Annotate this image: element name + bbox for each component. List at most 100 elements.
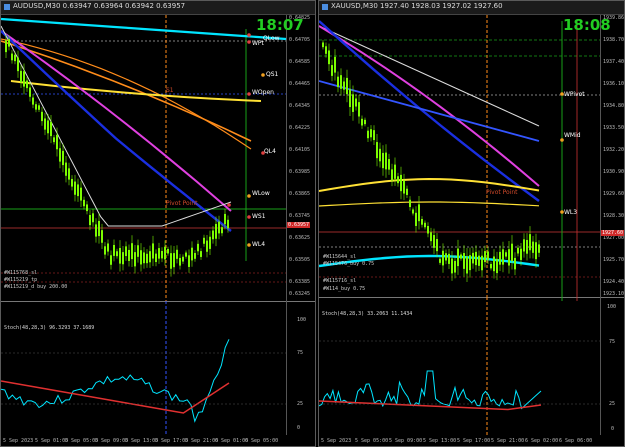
time-tick: 6 Sep 06:00 xyxy=(559,438,593,444)
candle-body xyxy=(86,204,88,212)
candle-body xyxy=(167,248,169,254)
level-marker xyxy=(247,215,251,219)
candle-body xyxy=(394,164,396,179)
candle-body xyxy=(83,199,85,207)
candle-body xyxy=(505,252,507,257)
stochastic-signal-line xyxy=(1,380,230,414)
candle-body xyxy=(349,89,351,108)
candle-body xyxy=(511,243,513,261)
time-tick: 5 Sep 05:00 xyxy=(65,438,99,444)
candle-body xyxy=(472,252,474,264)
candle-body xyxy=(406,188,408,195)
price-tick: 0.63865 xyxy=(289,191,311,197)
candle-body xyxy=(436,239,438,252)
level-wmid: WMid xyxy=(564,132,581,139)
pane-divider xyxy=(1,301,315,302)
candle-body xyxy=(194,253,196,259)
candle-body xyxy=(364,119,366,125)
candle-body xyxy=(53,137,55,143)
candle-body xyxy=(5,40,7,53)
time-tick: 6 Sep 01:00 xyxy=(215,438,249,444)
time-tick: 5 Sep 2023 xyxy=(321,438,352,444)
price-tick: 0.63625 xyxy=(289,235,311,241)
candle-body xyxy=(508,249,510,266)
candle-body xyxy=(116,251,118,257)
level-ql4: QL4 xyxy=(264,148,276,155)
candle-body xyxy=(131,243,133,260)
candle-body xyxy=(532,241,534,253)
candle-body xyxy=(340,75,342,89)
stoch-tick: 25 xyxy=(609,401,616,407)
candle-body xyxy=(101,230,103,243)
candle-body xyxy=(110,255,112,265)
level-wpivot: WPivot xyxy=(564,91,585,98)
stochastic-title: Stoch(48,28,3) 33.2063 11.1434 xyxy=(322,311,413,317)
candle-body xyxy=(65,162,67,176)
candle-body xyxy=(104,246,106,255)
candle-body xyxy=(209,236,211,249)
level-marker xyxy=(247,243,251,247)
candle-body xyxy=(496,258,498,274)
price-tick: 0.64585 xyxy=(289,59,311,65)
audusd-chart-window[interactable]: AUDUSD,M30 0.63947 0.63964 0.63942 0.639… xyxy=(0,0,316,447)
order-label: #W115219_d buy 200.00 xyxy=(4,284,68,290)
candle-body xyxy=(182,256,184,262)
time-tick: 5 Sep 13:00 xyxy=(423,438,457,444)
current-price-badge: 1927.60 xyxy=(601,230,624,236)
time-tick: 5 Sep 13:00 xyxy=(125,438,159,444)
candle-body xyxy=(35,104,37,110)
price-tick: 0.64345 xyxy=(289,103,311,109)
candle-body xyxy=(331,65,333,76)
level-qs1: QS1 xyxy=(266,71,279,78)
time-tick: 5 Sep 17:00 xyxy=(457,438,491,444)
level-wpt: WPt xyxy=(252,40,264,47)
price-tick: 1934.80 xyxy=(603,103,625,109)
price-tick: 0.64825 xyxy=(289,15,311,21)
candle-body xyxy=(373,130,375,141)
time-tick: 6 Sep 05:00 xyxy=(245,438,279,444)
candle-body xyxy=(50,122,52,137)
time-tick: 5 Sep 17:00 xyxy=(155,438,189,444)
candle-body xyxy=(59,148,61,162)
price-tick: 1930.90 xyxy=(603,169,625,175)
candle-body xyxy=(38,105,40,110)
time-tick: 5 Sep 09:00 xyxy=(389,438,423,444)
candle-body xyxy=(523,239,525,252)
order-label: #W115476_buy 0.75 xyxy=(323,261,375,267)
time-tick: 5 Sep 05:00 xyxy=(355,438,389,444)
candle-body xyxy=(137,245,139,257)
candle-body xyxy=(68,168,70,180)
candle-body xyxy=(337,76,339,88)
candle-body xyxy=(385,152,387,170)
level-wl4: WL4 xyxy=(252,241,266,248)
price-tick: 1932.20 xyxy=(603,147,625,153)
candle-body xyxy=(89,214,91,226)
candle-body xyxy=(487,251,489,260)
price-tick: 0.64105 xyxy=(289,147,311,153)
candle-body xyxy=(352,94,354,112)
price-tick: 1924.40 xyxy=(603,279,625,285)
candle-body xyxy=(140,250,142,265)
xauusd-price-chart[interactable] xyxy=(319,1,625,447)
candle-body xyxy=(11,53,13,61)
candle-body xyxy=(41,111,43,122)
candle-body xyxy=(418,204,420,222)
candle-body xyxy=(367,130,369,139)
candle-body xyxy=(403,180,405,194)
candle-body xyxy=(439,258,441,263)
candle-body xyxy=(173,253,175,268)
candle-body xyxy=(92,213,94,223)
price-tick: 0.64225 xyxy=(289,125,311,131)
stochastic-title: Stoch(48,28,3) 96.3293 37.1689 xyxy=(4,325,95,331)
candle-body xyxy=(14,54,16,62)
price-tick: 1937.40 xyxy=(603,59,625,65)
candle-body xyxy=(80,187,82,201)
candle-body xyxy=(47,120,49,134)
candle-body xyxy=(215,223,217,239)
price-tick: 0.63385 xyxy=(289,279,311,285)
candle-body xyxy=(334,56,336,73)
xauusd-chart-window[interactable]: XAUUSD,M30 1927.40 1928.03 1927.02 1927.… xyxy=(318,0,625,447)
audusd-price-chart[interactable] xyxy=(1,1,316,447)
candle-body xyxy=(355,98,357,107)
candle-body xyxy=(221,227,223,234)
